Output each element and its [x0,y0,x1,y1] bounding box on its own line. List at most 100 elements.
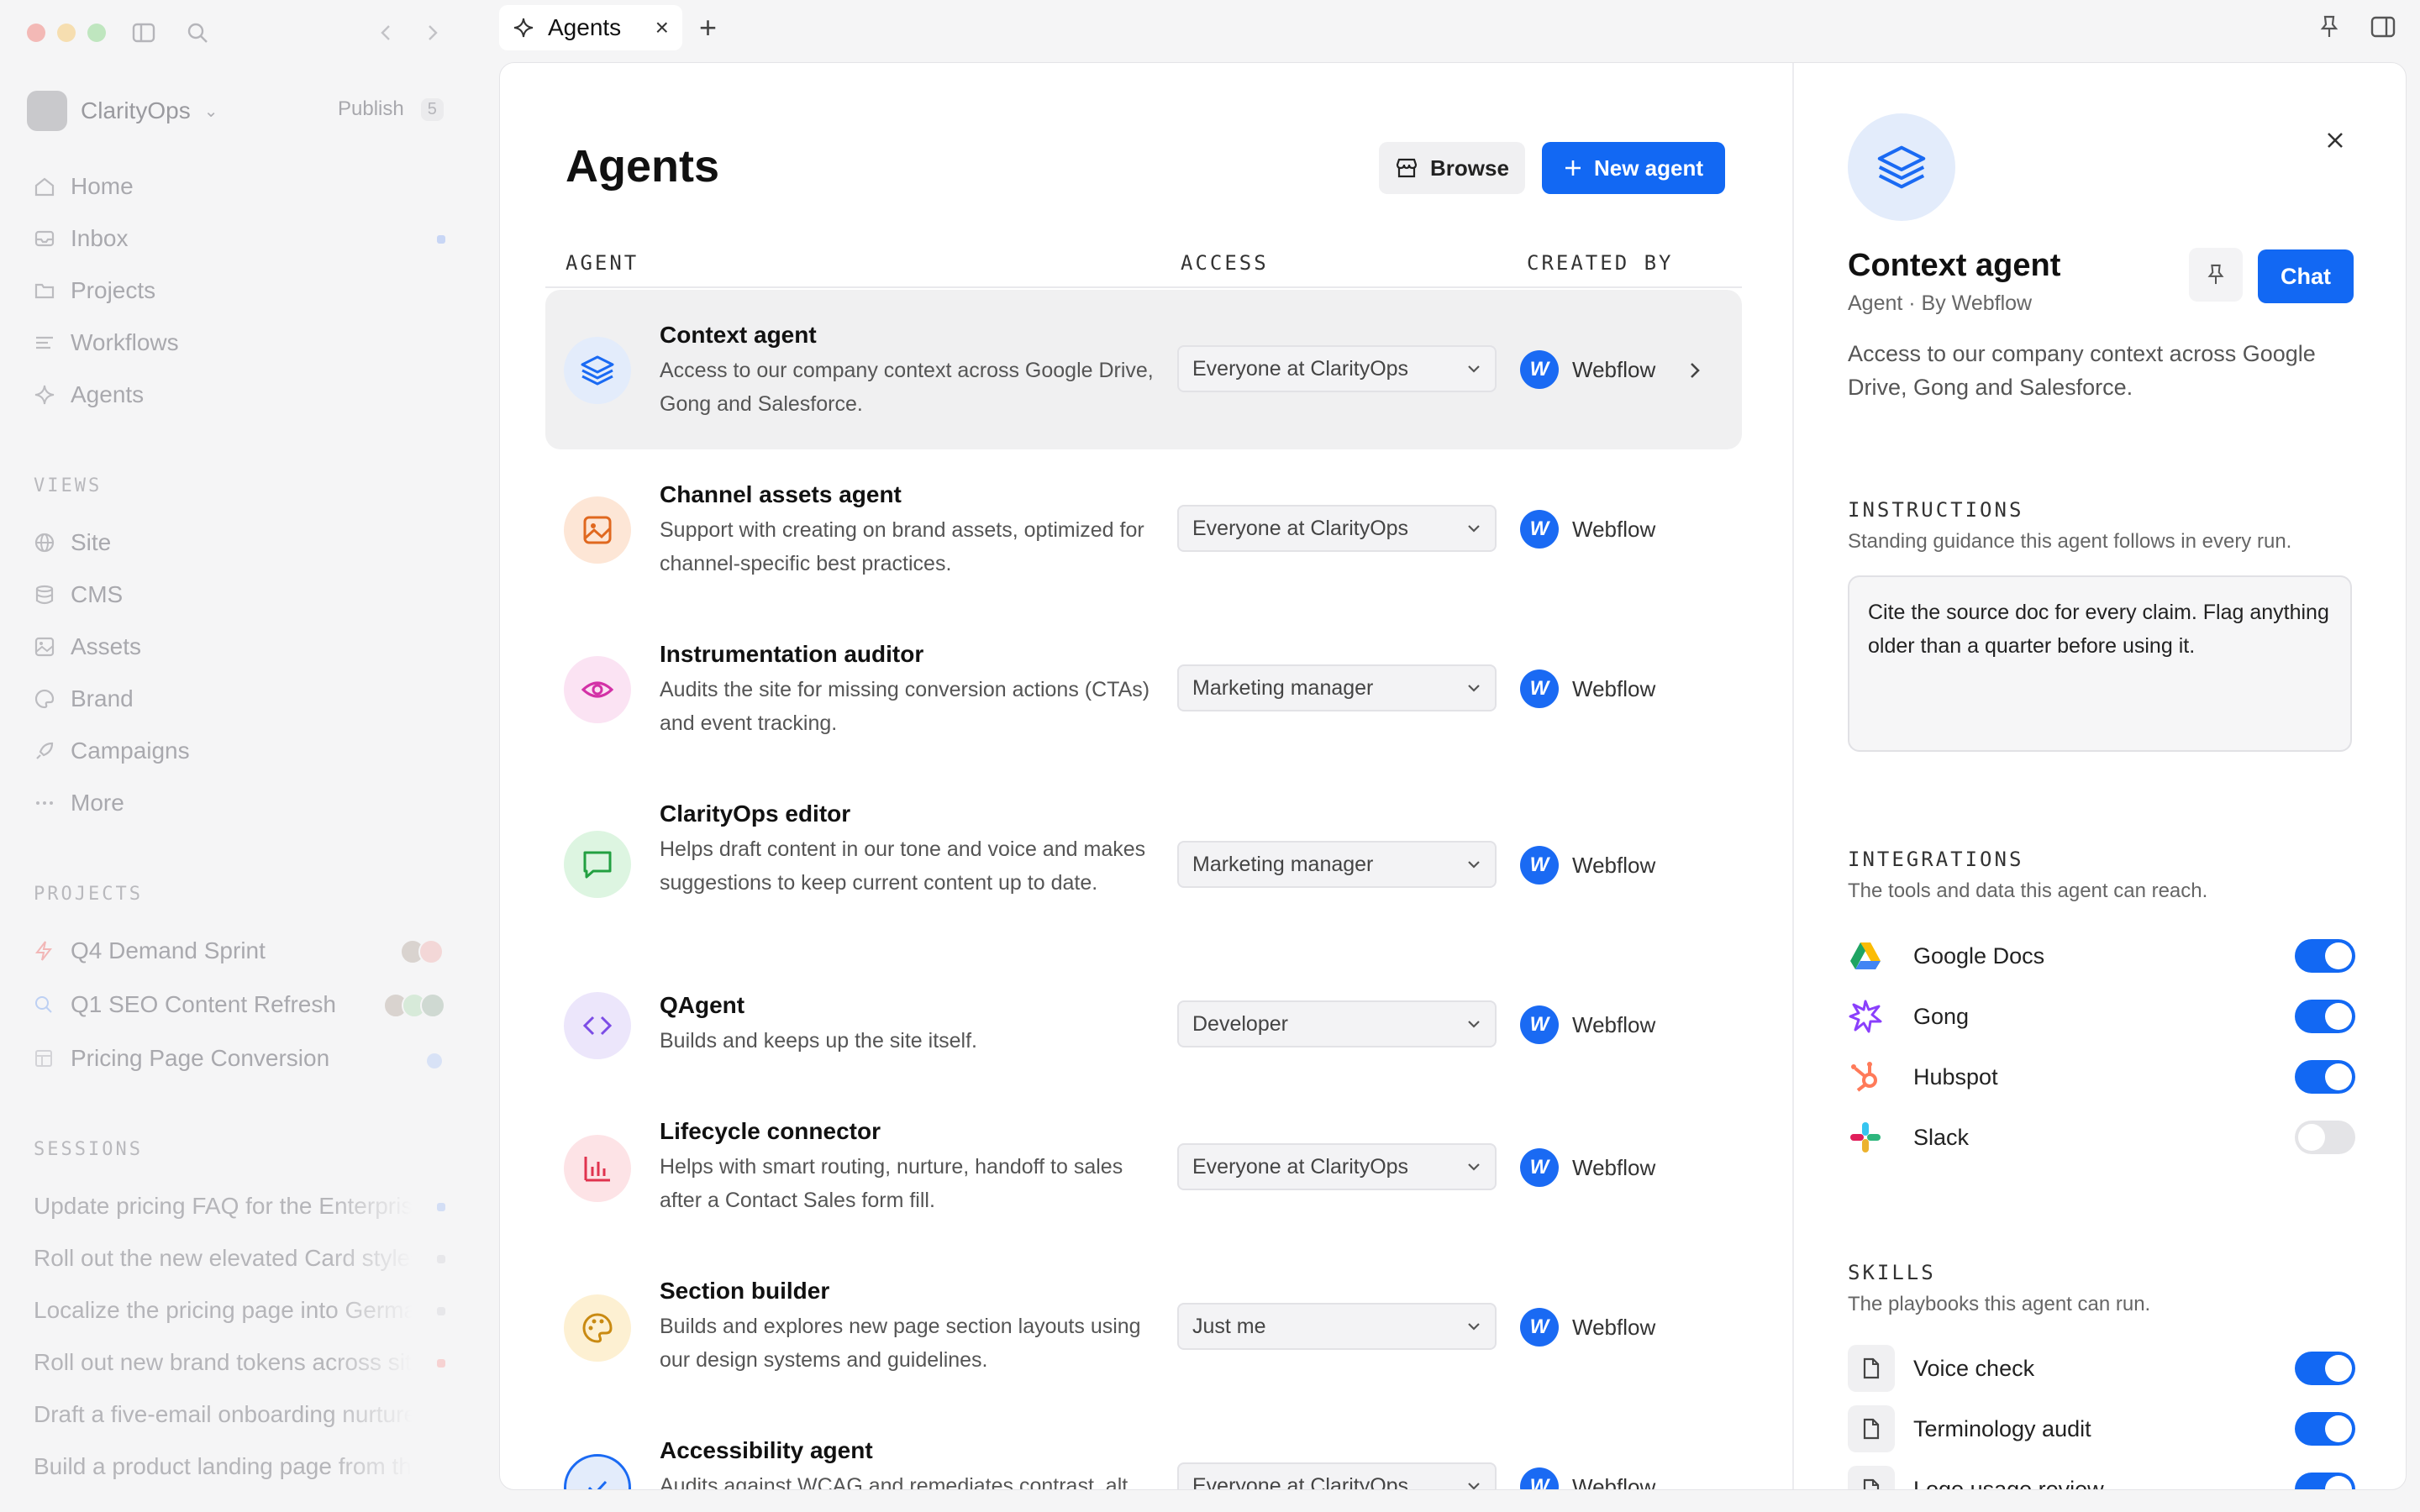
skill-toggle[interactable] [2295,1412,2355,1446]
session-item[interactable]: Roll out new brand tokens across site [34,1349,412,1376]
project-avatars [400,939,444,964]
sidebar-item-campaigns[interactable]: Campaigns [34,738,190,764]
agent-description: Audits the site for missing conversion a… [660,678,1150,735]
minimize-window-button[interactable] [57,24,76,42]
agent-row[interactable]: Lifecycle connector Helps with smart rou… [545,1088,1742,1247]
access-value: Everyone at ClarityOps [1192,356,1409,381]
chevron-down-icon: ⌄ [203,102,218,121]
panel-divider [1792,63,1794,1489]
integration-toggle[interactable] [2295,939,2355,973]
session-item[interactable]: Draft a five-email onboarding nurture [34,1401,412,1428]
agent-name: Accessibility agent [660,1437,873,1463]
creator-name: Webflow [1572,1473,1656,1490]
forward-icon[interactable] [418,18,447,47]
close-window-button[interactable] [27,24,45,42]
more-icon [34,792,55,814]
sidebar-item-more[interactable]: More [34,790,124,816]
sidebar-project-item[interactable]: Q1 SEO Content Refresh [34,991,336,1018]
sidebar-item-label: Projects [71,277,156,303]
sidebar-project-item[interactable]: Pricing Page Conversion [34,1045,329,1072]
inbox-icon [34,228,55,249]
access-select[interactable]: Just me [1177,1303,1497,1350]
skill-toggle[interactable] [2295,1473,2355,1489]
agent-description: Audits against WCAG and remediates contr… [660,1474,1128,1490]
sidebar-item-brand[interactable]: Brand [34,685,134,712]
sidebar-toggle-icon[interactable] [129,18,158,47]
sidebar-item-label: Assets [71,633,142,659]
column-header-agent[interactable]: AGENT [566,251,639,275]
access-select[interactable]: Everyone at ClarityOps [1177,505,1497,552]
publish-label: Publish [338,97,404,120]
browse-button[interactable]: Browse [1379,142,1525,194]
sidebar-item-projects[interactable]: Projects [34,277,155,304]
panel-toggle-icon[interactable] [2368,12,2398,42]
new-agent-button[interactable]: New agent [1542,142,1725,194]
integration-toggle[interactable] [2295,1000,2355,1033]
access-select[interactable]: Marketing manager [1177,841,1497,888]
creator-name: Webflow [1572,852,1656,878]
sidebar-item-inbox[interactable]: Inbox [34,225,129,252]
integration-toggle[interactable] [2295,1060,2355,1094]
agent-row[interactable]: Accessibility agent Audits against WCAG … [545,1407,1742,1490]
workflow-icon [34,332,55,354]
creator: W Webflow [1520,350,1655,389]
agent-row[interactable]: Channel assets agent Support with creati… [545,449,1742,609]
new-tab-button[interactable]: + [699,10,717,45]
chevron-down-icon [1466,1162,1481,1172]
skill-toggle[interactable] [2295,1352,2355,1385]
workspace-name: ClarityOps [81,97,191,123]
publish-count-badge: 5 [420,97,444,121]
chat-button[interactable]: Chat [2258,249,2354,303]
agent-detail-title: Context agent [1848,248,2061,283]
sidebar-item-site[interactable]: Site [34,529,111,556]
pin-agent-button[interactable] [2189,248,2243,302]
creator-name: Webflow [1572,516,1656,542]
creator-name: Webflow [1572,1154,1656,1180]
workspace-switcher[interactable]: ClarityOps ⌄ [27,91,218,131]
new-agent-label: New agent [1593,155,1704,181]
project-label: Q1 SEO Content Refresh [71,991,336,1017]
integration-name: Gong [1913,1003,1970,1029]
code-icon [564,992,631,1059]
session-item[interactable]: Roll out the new elevated Card styles [34,1245,412,1272]
session-status-dot [437,1255,445,1263]
chevron-down-icon [1466,523,1481,533]
agent-row[interactable]: Section builder Builds and explores new … [545,1247,1742,1407]
instructions-textarea[interactable]: Cite the source doc for every claim. Fla… [1848,575,2352,752]
integration-name: Google Docs [1913,942,2045,969]
sidebar-item-home[interactable]: Home [34,173,134,200]
session-item[interactable]: Update pricing FAQ for the Enterprise ti… [34,1193,412,1220]
sidebar-item-agents[interactable]: Agents [34,381,144,408]
agent-name: QAgent [660,992,745,1018]
session-item[interactable]: Localize the pricing page into German [34,1297,412,1324]
sidebar-item-assets[interactable]: Assets [34,633,141,660]
search-icon[interactable] [183,18,212,47]
close-tab-icon[interactable]: × [655,14,669,41]
access-select[interactable]: Everyone at ClarityOps [1177,345,1497,392]
back-icon[interactable] [371,18,400,47]
maximize-window-button[interactable] [87,24,106,42]
agent-row[interactable]: Instrumentation auditor Audits the site … [545,609,1742,769]
close-panel-icon[interactable] [2320,125,2350,155]
agent-row[interactable]: QAgent Builds and keeps up the site itse… [545,962,1742,1088]
webflow-logo-icon: W [1520,1005,1559,1044]
agents-page: Agents Browse New agent AGENT ACCESS CRE… [499,62,2407,1490]
access-select[interactable]: Everyone at ClarityOps [1177,1143,1497,1190]
tab-agents[interactable]: Agents × [499,5,682,50]
pin-icon[interactable] [2314,12,2344,42]
agent-row[interactable]: ClarityOps editor Helps draft content in… [545,769,1742,962]
chevron-right-icon[interactable] [1688,360,1702,381]
integration-toggle[interactable] [2295,1121,2355,1154]
access-select[interactable]: Everyone at ClarityOps [1177,1462,1497,1489]
session-item[interactable]: Build a product landing page from the br… [34,1453,412,1480]
column-header-created-by[interactable]: CREATED BY [1527,251,1674,275]
sidebar-item-cms[interactable]: CMS [34,581,123,608]
sidebar-item-workflows[interactable]: Workflows [34,329,179,356]
sidebar-project-item[interactable]: Q4 Demand Sprint [34,937,266,964]
agent-row[interactable]: Context agent Access to our company cont… [545,290,1742,449]
publish-button[interactable]: Publish 5 [338,97,444,121]
column-header-access[interactable]: ACCESS [1181,251,1269,275]
access-select[interactable]: Developer [1177,1000,1497,1047]
sessions-section-label: SESSIONS [34,1139,143,1160]
access-select[interactable]: Marketing manager [1177,664,1497,711]
